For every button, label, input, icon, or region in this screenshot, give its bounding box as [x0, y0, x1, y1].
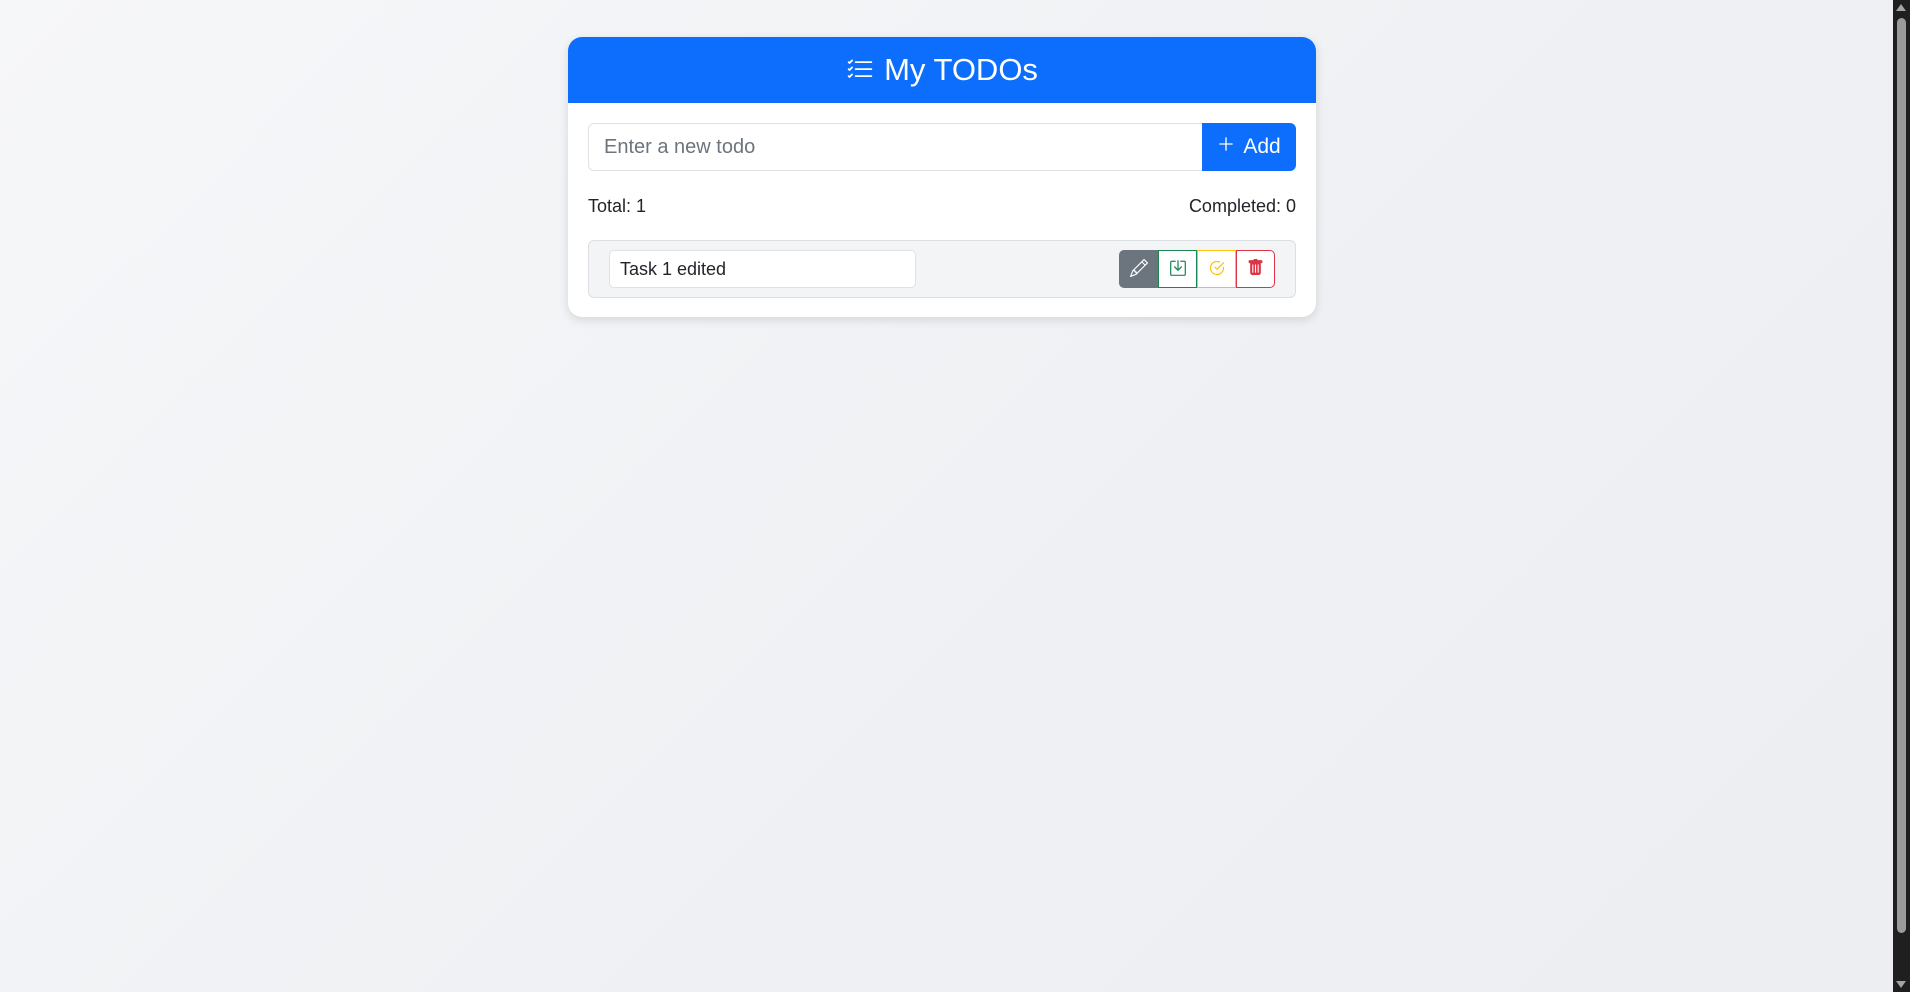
pencil-icon — [1129, 258, 1148, 280]
trash-icon — [1247, 259, 1264, 279]
save-download-icon — [1169, 259, 1187, 280]
page-scrollbar[interactable] — [1893, 0, 1910, 992]
edit-button[interactable] — [1119, 250, 1158, 288]
check-circle-icon — [1209, 260, 1225, 279]
todo-item — [588, 240, 1296, 298]
add-button-label: Add — [1243, 135, 1281, 158]
scroll-down-icon[interactable] — [1896, 981, 1906, 988]
todo-card: My TODOs Add Total: 1 Completed: 0 — [568, 37, 1316, 317]
todo-actions — [1119, 250, 1275, 288]
delete-button[interactable] — [1236, 250, 1275, 288]
card-header: My TODOs — [568, 37, 1316, 103]
todo-edit-input[interactable] — [609, 250, 916, 288]
todo-stats: Total: 1 Completed: 0 — [588, 195, 1296, 217]
page-title: My TODOs — [884, 52, 1038, 87]
new-todo-input[interactable] — [588, 123, 1202, 171]
complete-button[interactable] — [1197, 250, 1236, 288]
new-todo-form: Add — [588, 123, 1296, 171]
plus-icon — [1217, 135, 1235, 159]
completed-count: Completed: 0 — [1188, 196, 1296, 216]
list-check-icon — [846, 56, 874, 84]
save-button[interactable] — [1158, 250, 1197, 288]
add-button[interactable]: Add — [1202, 123, 1296, 171]
card-body: Add Total: 1 Completed: 0 — [568, 103, 1316, 317]
total-count: Total: 1 — [588, 196, 647, 216]
scroll-thumb[interactable] — [1897, 18, 1906, 933]
scroll-up-icon[interactable] — [1896, 4, 1906, 11]
